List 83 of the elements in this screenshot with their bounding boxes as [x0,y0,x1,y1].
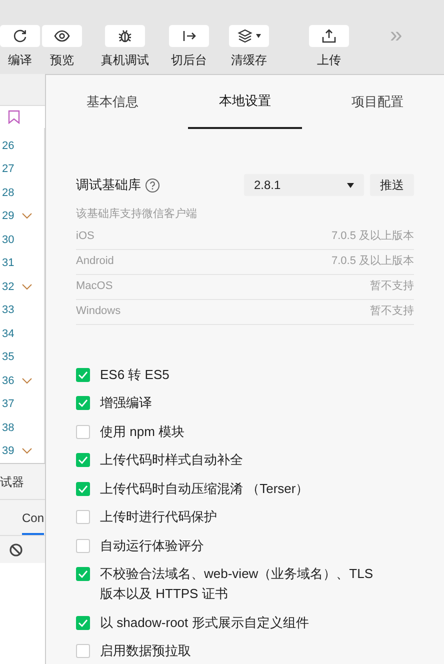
toolbar-button[interactable] [169,25,209,47]
chevron-icon[interactable] [22,213,32,220]
refresh-icon [12,28,28,44]
support-text: 7.0.5 及以上版本 [331,229,414,244]
help-icon[interactable] [145,178,160,192]
bookmark-icon[interactable] [8,110,20,124]
check-icon [78,370,88,378]
line-number: 26 [2,138,16,154]
platform-name: iOS [76,229,94,244]
settings-tab[interactable]: 本地设置 [188,75,302,129]
settings-tab[interactable]: 基本信息 [55,75,170,129]
chevron-icon[interactable] [22,448,32,454]
check-icon [78,484,88,492]
option-label: 上传代码时样式自动补全 [100,451,244,469]
toolbar-button[interactable] [229,25,269,47]
checkbox[interactable] [76,482,90,496]
line-number: 35 [2,350,16,365]
line-number: 28 [2,186,16,200]
option-label: 以 shadow-root 形式展示自定义组件 [100,614,310,632]
platform-name: Android [76,254,114,270]
platform-name: MacOS [76,279,113,294]
checkbox[interactable] [76,510,90,524]
option-label: 上传时进行代码保护 [100,508,218,526]
chevron-icon[interactable] [22,284,32,290]
chevron-icon[interactable] [22,378,32,384]
check-icon [78,618,88,626]
check-icon [78,456,88,464]
push-button[interactable]: 推送 [370,174,414,196]
toolbar-label: 真机调试 [101,52,149,69]
checkbox[interactable] [76,644,90,658]
toolbar-button[interactable] [0,25,40,47]
line-number: 32 [2,280,16,294]
line-number: 31 [2,256,16,271]
upload-icon [321,28,337,44]
line-number: 36 [2,374,16,388]
support-text: 暂不支持 [370,279,414,294]
toolbar-button[interactable] [309,25,349,47]
check-icon [78,399,88,407]
toolbar-label: 清缓存 [231,52,267,69]
line-number: 30 [2,232,16,248]
option-label: 使用 npm 模块 [100,422,186,441]
option-label: 增强编译 [100,394,153,412]
caret-icon [256,34,261,38]
option-label: 不校验合法域名、web-view（业务域名）、TLS 版本以及 HTTPS 证书 [100,565,374,603]
line-number: 39 [2,444,16,459]
option-label: ES6 转 ES5 [100,366,170,384]
layers-icon [237,28,253,44]
version-value: 2.8.1 [254,177,281,194]
option-label: 启用数据预拉取 [100,642,192,660]
checkbox[interactable] [76,368,90,382]
line-number: 38 [2,420,16,436]
line-number: 27 [2,162,16,177]
caret-icon [347,182,354,188]
line-number: 34 [2,326,16,342]
library-note: 该基础库支持微信客户端 [76,206,198,222]
platform-name: Windows [76,304,121,320]
line-number: 37 [2,397,16,412]
version-dropdown[interactable]: 2.8.1 [244,174,364,196]
check-icon [78,570,88,578]
support-text: 7.0.5 及以上版本 [331,254,414,270]
bug-icon [117,28,133,44]
toolbar-label: 上传 [317,52,341,69]
support-text: 暂不支持 [370,304,414,320]
option-label: 上传代码时自动压缩混淆 （Terser） [100,480,310,498]
checkbox[interactable] [76,538,90,552]
checkbox[interactable] [76,396,90,410]
toolbar-label: 编译 [8,52,32,69]
toolbar-button[interactable] [42,25,82,47]
settings-tab[interactable]: 项目配置 [320,75,435,129]
line-number: 33 [2,303,16,318]
toolbar-label: 预览 [50,52,74,69]
library-label: 调试基础库 [76,176,141,194]
checkbox[interactable] [76,453,90,467]
arrow-bar-icon [181,28,197,44]
toolbar-button[interactable] [105,25,145,47]
checkbox[interactable] [76,424,90,438]
option-label: 自动运行体验评分 [100,536,205,554]
block-icon[interactable] [9,542,23,556]
eye-icon [54,28,70,44]
toolbar-label: 切后台 [171,52,207,69]
checkbox[interactable] [76,567,90,581]
checkbox[interactable] [76,616,90,630]
line-number: 29 [2,209,16,224]
